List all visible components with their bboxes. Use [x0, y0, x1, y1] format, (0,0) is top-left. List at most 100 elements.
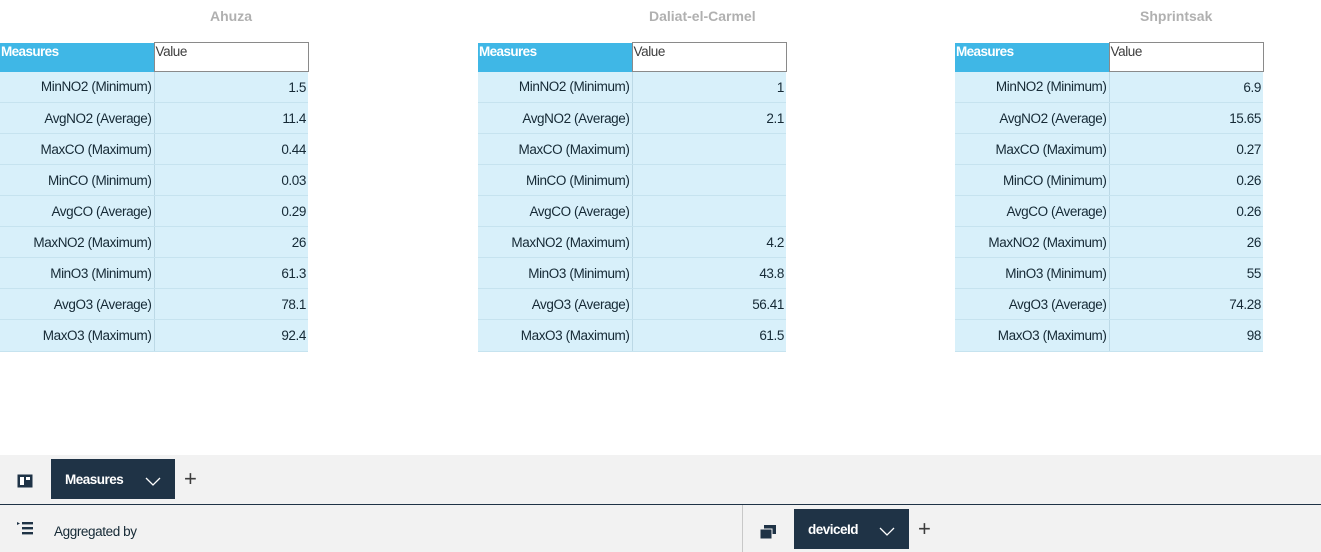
value-cell: 11.4 — [154, 102, 308, 134]
value-cell: 26 — [1109, 226, 1263, 258]
value-cell: 0.03 — [154, 164, 308, 196]
value-cell: 6.9 — [1109, 71, 1263, 103]
header-value[interactable]: Value — [153, 42, 309, 72]
measure-cell: AvgO3 (Average) — [478, 288, 633, 320]
measures-table: Measures Value MinNO2 (Minimum) 1.5 AvgNO… — [0, 42, 309, 352]
stacked-cards-icon[interactable] — [759, 525, 776, 540]
header-value[interactable]: Value — [1108, 42, 1264, 72]
value-cell: 56.41 — [632, 288, 786, 320]
value-cell: 4.2 — [632, 226, 786, 258]
table-row[interactable]: MaxCO (Maximum) 0.44 — [0, 133, 308, 165]
table-row[interactable]: MinO3 (Minimum) 61.3 — [0, 257, 308, 289]
value-cell: 2.1 — [632, 102, 786, 134]
add-column-button[interactable]: + — [918, 518, 931, 540]
value-cell: 98 — [1109, 319, 1263, 352]
measure-cell: MinNO2 (Minimum) — [955, 71, 1110, 103]
value-cell: 55 — [1109, 257, 1263, 289]
measure-cell: AvgO3 (Average) — [955, 288, 1110, 320]
measure-cell: MaxO3 (Maximum) — [478, 319, 633, 352]
value-cell: 0.27 — [1109, 133, 1263, 165]
measure-cell: MinO3 (Minimum) — [478, 257, 633, 289]
measure-cell: MinCO (Minimum) — [955, 164, 1110, 196]
table-row[interactable]: MinNO2 (Minimum) 1 — [478, 71, 786, 103]
measure-cell: AvgCO (Average) — [478, 195, 633, 227]
table-row[interactable]: MaxNO2 (Maximum) 26 — [955, 226, 1263, 258]
measure-cell: AvgO3 (Average) — [0, 288, 155, 320]
table-row[interactable]: AvgO3 (Average) 56.41 — [478, 288, 786, 320]
deviceid-pill[interactable]: deviceId — [794, 509, 909, 549]
table-row[interactable]: AvgNO2 (Average) 15.65 — [955, 102, 1263, 134]
table-row[interactable]: MinO3 (Minimum) 43.8 — [478, 257, 786, 289]
value-cell: 74.28 — [1109, 288, 1263, 320]
measure-cell: MaxNO2 (Maximum) — [478, 226, 633, 258]
table-row[interactable]: MinNO2 (Minimum) 1.5 — [0, 71, 308, 103]
table-row[interactable]: AvgCO (Average) 0.26 — [955, 195, 1263, 227]
pill-label: deviceId — [808, 521, 859, 537]
measure-cell: MaxNO2 (Maximum) — [955, 226, 1110, 258]
panel-title: Shprintsak — [1140, 8, 1213, 24]
pill-label: Measures — [65, 471, 124, 487]
measures-pill[interactable]: Measures — [51, 459, 175, 499]
table-row[interactable]: MaxO3 (Maximum) 92.4 — [0, 319, 308, 352]
value-cell: 1 — [632, 71, 786, 103]
value-cell: 0.29 — [154, 195, 308, 227]
panel-layout-icon[interactable] — [17, 474, 33, 488]
table-row[interactable]: MaxNO2 (Maximum) 4.2 — [478, 226, 786, 258]
measure-cell: MaxCO (Maximum) — [955, 133, 1110, 165]
measure-cell: MaxCO (Maximum) — [0, 133, 155, 165]
measure-cell: MinCO (Minimum) — [0, 164, 155, 196]
value-cell — [632, 133, 786, 165]
measure-cell: MinO3 (Minimum) — [0, 257, 155, 289]
measure-cell: AvgCO (Average) — [955, 195, 1110, 227]
value-cell: 1.5 — [154, 71, 308, 103]
table-row[interactable]: MinCO (Minimum) 0.26 — [955, 164, 1263, 196]
table-row[interactable]: AvgCO (Average) 0.29 — [0, 195, 308, 227]
table-row[interactable]: MaxO3 (Maximum) 61.5 — [478, 319, 786, 352]
list-icon[interactable] — [17, 522, 33, 535]
value-cell: 0.26 — [1109, 164, 1263, 196]
panel-title: Ahuza — [210, 8, 252, 24]
measure-cell: MaxO3 (Maximum) — [0, 319, 155, 352]
header-measures[interactable]: Measures — [478, 42, 632, 72]
table-row[interactable]: MaxCO (Maximum) 0.27 — [955, 133, 1263, 165]
rows-shelf: Measures + — [0, 455, 1321, 505]
header-value[interactable]: Value — [631, 42, 787, 72]
value-cell: 61.5 — [632, 319, 786, 352]
header-measures[interactable]: Measures — [955, 42, 1109, 72]
table-row[interactable]: AvgNO2 (Average) 2.1 — [478, 102, 786, 134]
measures-table: Measures Value MinNO2 (Minimum) 6.9 AvgNO… — [955, 42, 1264, 352]
table-row[interactable]: AvgO3 (Average) 78.1 — [0, 288, 308, 320]
value-cell: 78.1 — [154, 288, 308, 320]
measure-cell: MinNO2 (Minimum) — [478, 71, 633, 103]
measure-cell: MinNO2 (Minimum) — [0, 71, 155, 103]
table-row[interactable]: AvgO3 (Average) 74.28 — [955, 288, 1263, 320]
measure-cell: MinO3 (Minimum) — [955, 257, 1110, 289]
table-row[interactable]: MinNO2 (Minimum) 6.9 — [955, 71, 1263, 103]
value-cell: 0.44 — [154, 133, 308, 165]
value-cell — [632, 195, 786, 227]
value-cell: 26 — [154, 226, 308, 258]
table-row[interactable]: MinO3 (Minimum) 55 — [955, 257, 1263, 289]
measure-cell: AvgCO (Average) — [0, 195, 155, 227]
value-cell — [632, 164, 786, 196]
aggregated-by-label: Aggregated by — [54, 524, 137, 539]
header-measures[interactable]: Measures — [0, 42, 154, 72]
table-row[interactable]: MinCO (Minimum) 0.03 — [0, 164, 308, 196]
value-cell: 0.26 — [1109, 195, 1263, 227]
table-row[interactable]: MaxO3 (Maximum) 98 — [955, 319, 1263, 352]
value-cell: 15.65 — [1109, 102, 1263, 134]
chevron-down-icon[interactable] — [145, 474, 161, 486]
add-row-button[interactable]: + — [184, 468, 197, 490]
panel-title: Daliat-el-Carmel — [649, 8, 756, 24]
divider — [742, 505, 743, 552]
chevron-down-icon[interactable] — [879, 524, 895, 536]
table-row[interactable]: AvgNO2 (Average) 11.4 — [0, 102, 308, 134]
value-cell: 43.8 — [632, 257, 786, 289]
table-row[interactable]: MaxNO2 (Maximum) 26 — [0, 226, 308, 258]
table-row[interactable]: MaxCO (Maximum) — [478, 133, 786, 165]
measure-cell: MaxNO2 (Maximum) — [0, 226, 155, 258]
measures-table: Measures Value MinNO2 (Minimum) 1 AvgNO2 … — [478, 42, 787, 352]
columns-shelf: Aggregated by deviceId + — [0, 505, 1321, 552]
table-row[interactable]: MinCO (Minimum) — [478, 164, 786, 196]
table-row[interactable]: AvgCO (Average) — [478, 195, 786, 227]
